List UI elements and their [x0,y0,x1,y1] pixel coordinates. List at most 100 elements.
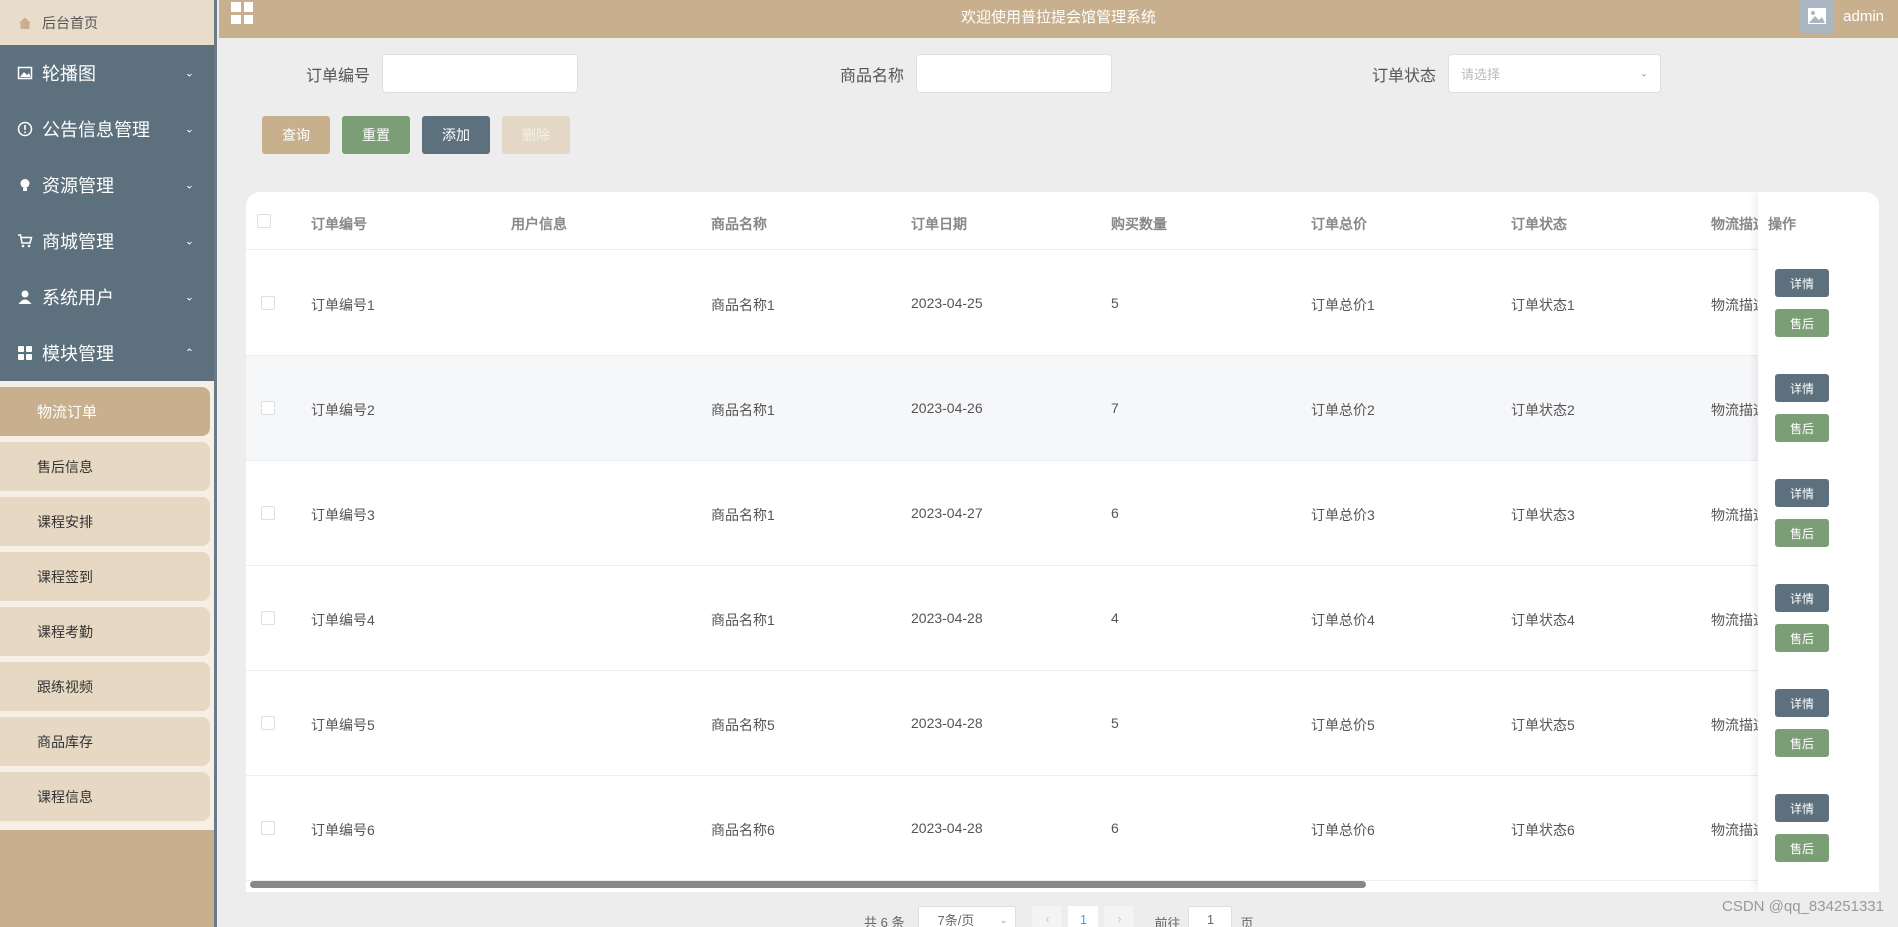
goto-page: 前往 1 页 [1154,906,1254,927]
product-name-input[interactable] [916,54,1113,93]
cell-qty: 5 [1111,295,1119,311]
horizontal-scrollbar[interactable] [250,881,1366,888]
sidebar-subitem-follow-video[interactable]: 跟练视频 [0,662,210,711]
cell-order-no: 订单编号2 [311,402,375,418]
col-header-ops: 操作 [1768,216,1796,232]
detail-button[interactable]: 详情 [1775,689,1829,717]
next-page-button[interactable]: › [1104,906,1135,927]
row-checkbox[interactable] [261,821,275,835]
product-name-field: 商品名称 [840,54,1113,93]
cell-total: 订单总价3 [1311,507,1375,523]
detail-button[interactable]: 详情 [1775,374,1829,402]
col-header-status: 订单状态 [1511,216,1567,232]
sidebar-item-shop[interactable]: 商城管理 ⌄ [0,213,214,269]
select-all-checkbox[interactable] [257,214,271,228]
sidebar-submenu: 物流订单 售后信息 课程安排 课程签到 课程考勤 跟练视频 商品库存 课程信息 [0,381,214,830]
sidebar-item-home[interactable]: 后台首页 [0,0,214,45]
search-form: 订单编号 商品名称 订单状态 请选择 ⌄ [219,54,1898,94]
row-checkbox[interactable] [261,506,275,520]
cell-product: 商品名称6 [711,822,775,838]
image-icon [16,64,34,82]
after-sales-button[interactable]: 售后 [1775,309,1829,337]
sidebar-item-modules[interactable]: 模块管理 ⌃ [0,325,214,381]
order-status-label: 订单状态 [1372,67,1437,85]
chevron-down-icon: ⌄ [184,67,194,80]
sidebar-item-users[interactable]: 系统用户 ⌄ [0,269,214,325]
cell-product: 商品名称1 [711,297,775,313]
after-sales-button[interactable]: 售后 [1775,624,1829,652]
sidebar-subitem-after-sales[interactable]: 售后信息 [0,442,210,491]
order-status-placeholder: 请选择 [1461,67,1501,82]
add-button[interactable]: 添加 [422,116,490,154]
row-checkbox[interactable] [261,401,275,415]
cell-total: 订单总价1 [1311,297,1375,313]
sidebar-subitem-course-attendance[interactable]: 课程考勤 [0,607,210,656]
sidebar-subitem-course-schedule[interactable]: 课程安排 [0,497,210,546]
sidebar-subitem-course-info[interactable]: 课程信息 [0,772,210,821]
sidebar-item-label: 商城管理 [42,232,114,252]
sidebar-subitem-inventory[interactable]: 商品库存 [0,717,210,766]
col-header-qty: 购买数量 [1111,216,1167,232]
top-header: 欢迎使用普拉提会馆管理系统 admin [219,0,1898,38]
user-icon [16,288,34,306]
pagination: 共 6 条 7条/页 ⌄ ‹ 1 › 前往 1 页 [864,906,1254,927]
goto-page-input[interactable]: 1 [1188,906,1233,927]
page-size-select[interactable]: 7条/页 ⌄ [918,906,1017,927]
sidebar-item-resources[interactable]: 资源管理 ⌄ [0,157,214,213]
grid-icon [16,344,34,362]
row-checkbox[interactable] [261,611,275,625]
row-checkbox[interactable] [261,716,275,730]
ops-column: 操作 详情 售后 详情 售后 详情 售后 详情 售后 详情 售后 详情 售后 [1758,192,1879,892]
after-sales-button[interactable]: 售后 [1775,414,1829,442]
cell-product: 商品名称1 [711,507,775,523]
sidebar-item-notice[interactable]: 公告信息管理 ⌄ [0,101,214,157]
table-row: 订单编号2 商品名称1 2023-04-26 7 订单总价2 订单状态2 物流描… [246,356,1879,461]
sidebar: 后台首页 轮播图 ⌄ 公告信息管理 ⌄ 资源管理 ⌄ 商城管理 ⌄ 系统用户 ⌄… [0,0,217,927]
after-sales-button[interactable]: 售后 [1775,729,1829,757]
chevron-down-icon: ⌄ [999,915,1008,925]
detail-button[interactable]: 详情 [1775,479,1829,507]
after-sales-button[interactable]: 售后 [1775,519,1829,547]
reset-button[interactable]: 重置 [342,116,410,154]
cell-status: 订单状态3 [1511,507,1575,523]
cell-product: 商品名称1 [711,402,775,418]
sidebar-subitem-course-checkin[interactable]: 课程签到 [0,552,210,601]
chevron-down-icon: ⌄ [184,291,194,304]
prev-page-button[interactable]: ‹ [1032,906,1063,927]
orders-table: 订单编号 用户信息 商品名称 订单日期 购买数量 订单总价 订单状态 物流描述 … [246,192,1879,892]
order-status-select[interactable]: 请选择 ⌄ [1448,54,1662,93]
detail-button[interactable]: 详情 [1775,584,1829,612]
detail-button[interactable]: 详情 [1775,794,1829,822]
cell-qty: 6 [1111,820,1119,836]
info-circle-icon [16,120,34,138]
order-no-label: 订单编号 [306,67,371,85]
username: admin [1843,7,1884,25]
sidebar-subitem-logistics-orders[interactable]: 物流订单 [0,387,210,436]
cart-icon [16,232,34,250]
after-sales-button[interactable]: 售后 [1775,834,1829,862]
sidebar-item-banner[interactable]: 轮播图 ⌄ [0,45,214,101]
order-no-input[interactable] [382,54,579,93]
chevron-down-icon: ⌄ [184,235,194,248]
page-number-current[interactable]: 1 [1068,906,1099,927]
cell-product: 商品名称5 [711,717,775,733]
order-status-field: 订单状态 请选择 ⌄ [1372,54,1662,93]
cell-qty: 6 [1111,505,1119,521]
home-icon [18,16,32,30]
cell-status: 订单状态6 [1511,822,1575,838]
user-menu[interactable]: admin [1800,0,1884,33]
row-checkbox[interactable] [261,296,275,310]
cell-qty: 5 [1111,715,1119,731]
query-button[interactable]: 查询 [262,116,330,154]
table-row: 订单编号1 商品名称1 2023-04-25 5 订单总价1 订单状态1 物流描… [246,251,1879,356]
table-row: 订单编号4 商品名称1 2023-04-28 4 订单总价4 订单状态4 物流描… [246,566,1879,671]
col-header-total: 订单总价 [1311,216,1367,232]
cell-order-no: 订单编号4 [311,612,375,628]
col-header-order-no: 订单编号 [311,216,367,232]
goto-label: 前往 [1154,915,1181,927]
delete-button[interactable]: 删除 [502,116,570,154]
cell-order-no: 订单编号1 [311,297,375,313]
detail-button[interactable]: 详情 [1775,269,1829,297]
sidebar-item-label: 轮播图 [42,64,96,84]
page-size-value: 7条/页 [937,912,975,927]
